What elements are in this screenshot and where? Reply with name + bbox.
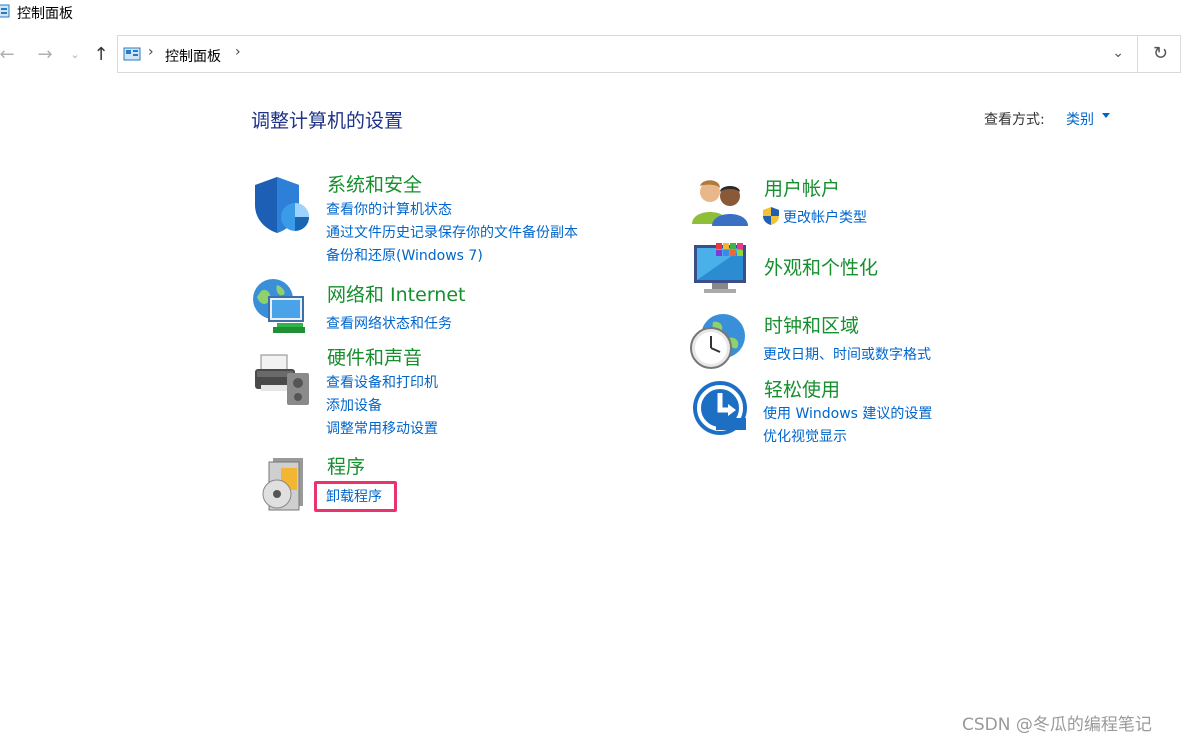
ease-of-access-icon[interactable] <box>692 380 748 440</box>
mobility-settings-link[interactable]: 调整常用移动设置 <box>326 418 438 438</box>
navigation-bar: ← → ⌄ ↑ › 控制面板 › ⌄ ↻ <box>0 35 1190 75</box>
control-panel-icon <box>123 47 141 61</box>
view-by-label: 查看方式: <box>984 112 1045 128</box>
address-divider <box>1137 36 1138 72</box>
view-by-dropdown[interactable]: 类别 <box>1066 109 1094 129</box>
recent-locations-chevron-icon[interactable]: ⌄ <box>64 43 86 65</box>
watermark: CSDN @冬瓜的编程笔记 <box>962 715 1152 735</box>
highlight-annotation <box>314 481 397 512</box>
programs-icon[interactable] <box>259 454 309 516</box>
network-globe-icon[interactable] <box>251 277 309 341</box>
add-device-link[interactable]: 添加设备 <box>326 395 382 415</box>
title-bar: 控制面板 <box>0 0 1190 24</box>
breadcrumb-separator-icon[interactable]: › <box>235 44 241 60</box>
uac-shield-icon <box>763 207 779 225</box>
programs-title[interactable]: 程序 <box>327 452 365 479</box>
recommended-settings-link[interactable]: 使用 Windows 建议的设置 <box>763 403 932 423</box>
breadcrumb-separator-icon[interactable]: › <box>148 44 154 60</box>
address-dropdown-chevron-icon[interactable]: ⌄ <box>1112 45 1124 61</box>
system-security-title[interactable]: 系统和安全 <box>327 170 422 197</box>
appearance-title[interactable]: 外观和个性化 <box>764 253 878 280</box>
view-by-caret-icon[interactable] <box>1102 113 1110 118</box>
clock-region-title[interactable]: 时钟和区域 <box>764 311 859 338</box>
page-title: 调整计算机的设置 <box>251 110 404 132</box>
breadcrumb-control-panel[interactable]: 控制面板 <box>165 46 221 66</box>
view-network-status-link[interactable]: 查看网络状态和任务 <box>326 313 452 333</box>
network-title[interactable]: 网络和 Internet <box>327 280 465 307</box>
refresh-icon[interactable]: ↻ <box>1153 43 1168 64</box>
file-history-backup-link[interactable]: 通过文件历史记录保存你的文件备份副本 <box>326 222 578 242</box>
appearance-icon[interactable] <box>692 241 750 303</box>
devices-printers-link[interactable]: 查看设备和打印机 <box>326 372 438 392</box>
change-date-time-format-link[interactable]: 更改日期、时间或数字格式 <box>763 344 931 364</box>
view-computer-status-link[interactable]: 查看你的计算机状态 <box>326 199 452 219</box>
hardware-title[interactable]: 硬件和声音 <box>327 343 422 370</box>
user-accounts-icon[interactable] <box>692 178 750 232</box>
control-panel-icon <box>0 4 10 18</box>
printer-icon[interactable] <box>253 349 311 413</box>
change-account-type-link[interactable]: 更改帐户类型 <box>783 207 867 227</box>
back-arrow-icon[interactable]: ← <box>0 43 18 65</box>
backup-restore-link[interactable]: 备份和还原(Windows 7) <box>326 245 483 265</box>
ease-of-access-title[interactable]: 轻松使用 <box>764 375 840 402</box>
shield-icon[interactable] <box>253 175 311 239</box>
forward-arrow-icon[interactable]: → <box>34 43 56 65</box>
clock-globe-icon[interactable] <box>689 312 749 376</box>
address-bar[interactable]: › 控制面板 › ⌄ ↻ <box>117 35 1181 73</box>
user-accounts-title[interactable]: 用户帐户 <box>764 174 840 201</box>
window-title: 控制面板 <box>17 6 73 22</box>
optimize-visual-display-link[interactable]: 优化视觉显示 <box>763 426 847 446</box>
up-arrow-icon[interactable]: ↑ <box>90 43 112 65</box>
